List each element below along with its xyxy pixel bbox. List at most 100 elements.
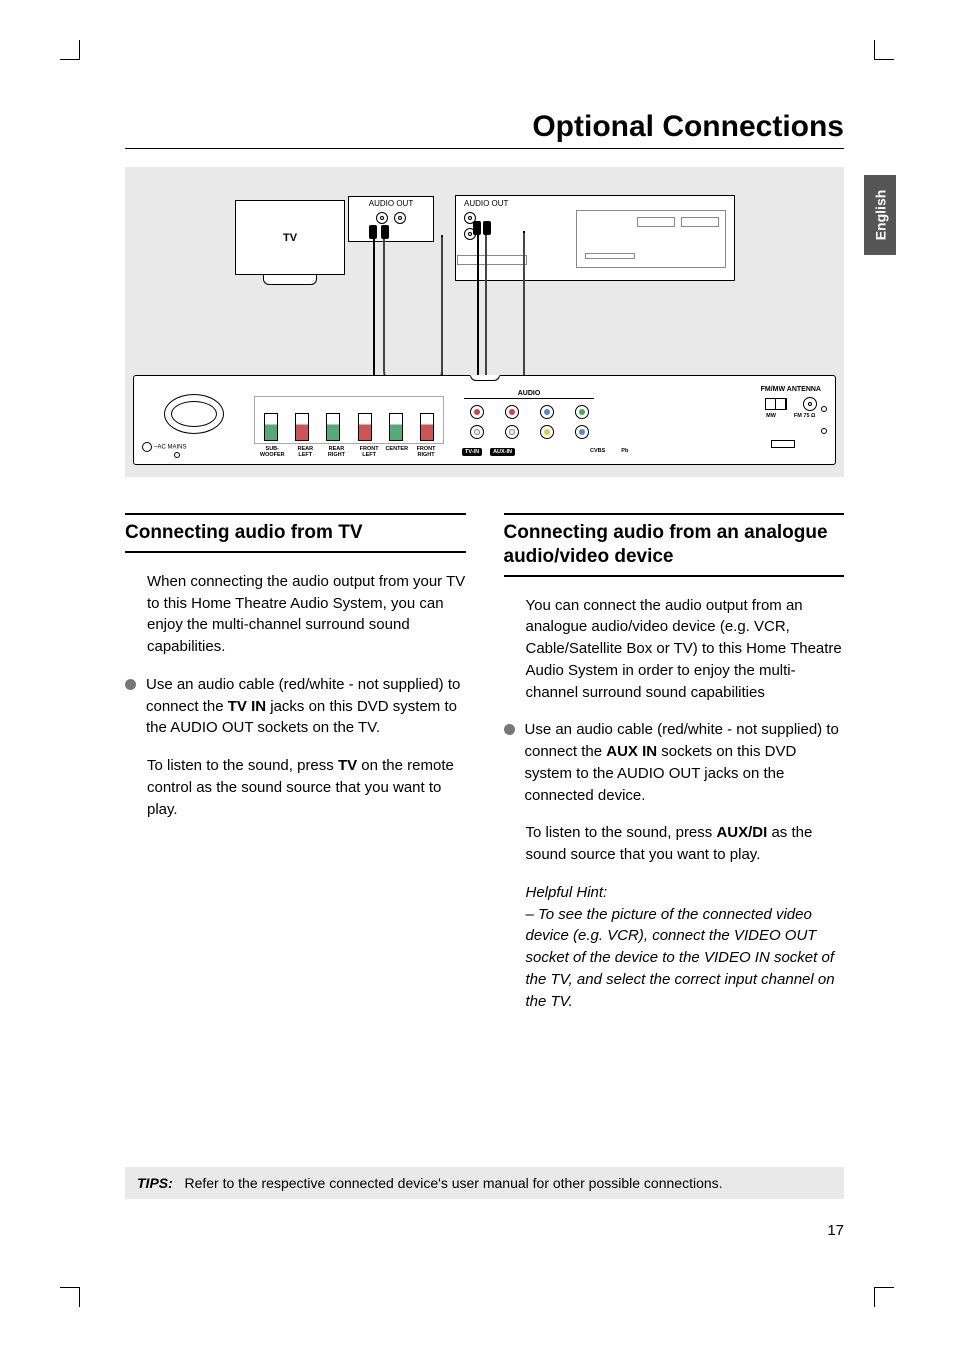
speaker-labels: SUB-WOOFER REAR LEFT REAR RIGHT FRONT LE… xyxy=(254,446,444,458)
connection-diagram: TV AUDIO OUT AUDIO OUT xyxy=(125,167,844,477)
ext-audio-out-label: AUDIO OUT xyxy=(464,199,508,208)
tv-label: TV xyxy=(283,232,297,244)
content-area: Optional Connections TV AUDIO OUT AUDIO … xyxy=(125,110,844,1247)
bold-text: TV IN xyxy=(228,698,266,715)
crop-mark xyxy=(874,1287,894,1288)
section-heading: Connecting audio from TV xyxy=(125,521,466,545)
fm-antenna-icon xyxy=(803,397,817,411)
speaker-label: CENTER xyxy=(385,446,408,458)
bullet-icon xyxy=(504,724,515,735)
receiver-rear-panel: ~AC MAINS SUB-WOOFER REAR LEFT REAR RIGH… xyxy=(133,375,836,465)
speaker-label: REAR RIGHT xyxy=(320,446,353,458)
audio-io-block: AUDIO xyxy=(464,390,594,446)
rca-jack-icon xyxy=(376,212,388,224)
paragraph: To listen to the sound, press AUX/DI as … xyxy=(526,822,845,866)
bullet-icon xyxy=(125,679,136,690)
io-label: AUX-IN xyxy=(490,448,515,456)
crop-mark xyxy=(79,40,80,60)
bold-text: AUX/DI xyxy=(716,824,767,841)
port-icon xyxy=(771,440,795,448)
speaker-terminals xyxy=(254,396,444,444)
rca-jack-icon xyxy=(394,212,406,224)
page-number: 17 xyxy=(827,1222,844,1239)
crop-mark xyxy=(874,1287,875,1307)
screw-icon xyxy=(174,452,180,458)
rca-jack-icon xyxy=(470,405,484,419)
crop-mark xyxy=(60,1287,80,1288)
helpful-hint: Helpful Hint: – To see the picture of th… xyxy=(526,882,845,1013)
bullet-item: Use an audio cable (red/white - not supp… xyxy=(526,719,845,806)
audio-cable-icon xyxy=(485,233,525,391)
right-column: Connecting audio from an analogue audio/… xyxy=(504,513,845,1012)
video-label: CVBS xyxy=(590,448,605,454)
text: To listen to the sound, press xyxy=(526,824,717,841)
section-heading: Connecting audio from an analogue audio/… xyxy=(504,521,845,569)
body-columns: Connecting audio from TV When connecting… xyxy=(125,513,844,1012)
fan-vent-icon xyxy=(164,394,224,434)
page-title: Optional Connections xyxy=(125,110,844,149)
tips-bar: TIPS: Refer to the respective connected … xyxy=(125,1167,844,1199)
hint-label: Helpful Hint: xyxy=(526,882,845,904)
mw-antenna-icon xyxy=(765,398,787,410)
crop-mark xyxy=(874,59,894,60)
bullet-text: Use an audio cable (red/white - not supp… xyxy=(146,674,466,739)
tv-audio-out-label: AUDIO OUT xyxy=(349,197,433,208)
paragraph: To listen to the sound, press TV on the … xyxy=(147,755,466,820)
paragraph: When connecting the audio output from yo… xyxy=(147,571,466,658)
bullet-item: Use an audio cable (red/white - not supp… xyxy=(147,674,466,739)
rca-jack-icon xyxy=(470,425,484,439)
audio-header-label: AUDIO xyxy=(464,390,594,399)
language-label: English xyxy=(872,190,888,241)
rca-jack-icon xyxy=(575,405,589,419)
bullet-text: Use an audio cable (red/white - not supp… xyxy=(525,719,845,806)
antenna-block: FM/MW ANTENNA MW FM 75 Ω xyxy=(761,386,821,419)
screw-icon xyxy=(821,406,827,412)
left-column: Connecting audio from TV When connecting… xyxy=(125,513,466,1012)
rca-jack-icon xyxy=(540,425,554,439)
tips-text: Refer to the respective connected device… xyxy=(184,1175,722,1191)
text: To listen to the sound, press xyxy=(147,757,338,774)
plug-icon xyxy=(369,225,377,239)
section-rule xyxy=(125,551,466,553)
speaker-label: SUB-WOOFER xyxy=(254,446,291,458)
speaker-terminal-icon xyxy=(358,413,372,441)
speaker-terminal-icon xyxy=(295,413,309,441)
device-deck-icon xyxy=(576,210,726,268)
video-label: Pb xyxy=(621,448,628,454)
crop-mark xyxy=(60,59,80,60)
speaker-label: FRONT RIGHT xyxy=(408,446,444,458)
screw-icon xyxy=(821,428,827,434)
tips-label: TIPS: xyxy=(137,1175,173,1191)
crop-mark xyxy=(79,1287,80,1307)
speaker-terminal-icon xyxy=(389,413,403,441)
speaker-label: REAR LEFT xyxy=(291,446,321,458)
section-rule xyxy=(504,575,845,577)
speaker-terminal-icon xyxy=(264,413,278,441)
language-tab: English xyxy=(864,175,896,255)
bold-text: AUX IN xyxy=(606,743,657,760)
antenna-header-label: FM/MW ANTENNA xyxy=(761,386,821,393)
video-labels: CVBS Pb xyxy=(590,448,628,454)
antenna-sublabel: MW xyxy=(766,413,776,419)
crop-mark xyxy=(874,40,875,60)
speaker-terminal-icon xyxy=(420,413,434,441)
notch-icon xyxy=(470,375,500,381)
speaker-label: FRONT LEFT xyxy=(353,446,386,458)
audio-io-labels: TV-IN AUX-IN xyxy=(462,448,515,456)
audio-cable-icon xyxy=(383,237,443,385)
rca-jack-icon xyxy=(505,405,519,419)
paragraph: You can connect the audio output from an… xyxy=(526,595,845,704)
bold-text: TV xyxy=(338,757,357,774)
speaker-terminal-icon xyxy=(326,413,340,441)
rca-jack-icon xyxy=(575,425,589,439)
section-rule xyxy=(504,513,845,515)
tv-base-icon xyxy=(263,275,317,285)
rca-jack-icon xyxy=(505,425,519,439)
plug-icon xyxy=(473,221,481,235)
antenna-sublabel: FM 75 Ω xyxy=(794,413,816,419)
hint-body: – To see the picture of the connected vi… xyxy=(526,904,845,1013)
section-rule xyxy=(125,513,466,515)
tv-icon: TV xyxy=(235,200,345,275)
io-label: TV-IN xyxy=(462,448,482,456)
plug-icon xyxy=(381,225,389,239)
